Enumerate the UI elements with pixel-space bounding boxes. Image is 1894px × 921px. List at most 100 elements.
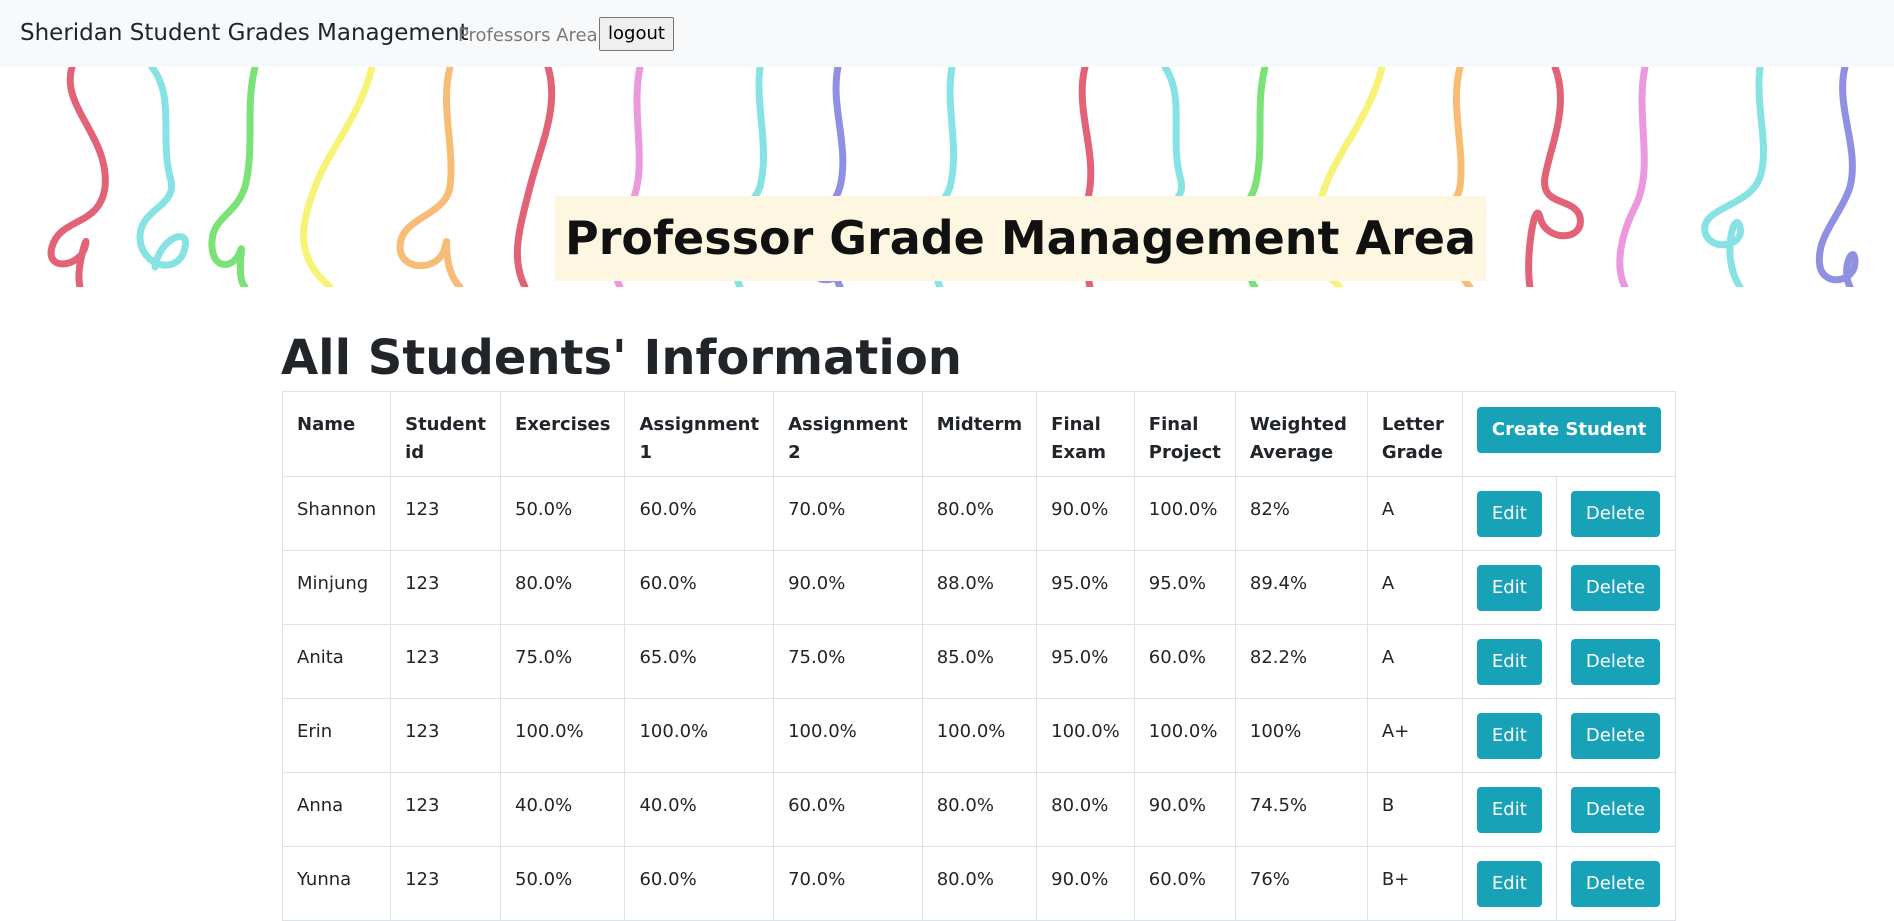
table-row: Anita 123 75.0% 65.0% 75.0% 85.0% 95.0% 60.0% 82… <box>281 624 1677 699</box>
cell-assignment2: 70.0% <box>773 846 923 921</box>
navbar-brand[interactable]: Sheridan Student Grades Management <box>20 20 469 46</box>
cell-weighted: 100% <box>1234 698 1368 773</box>
cell-name: Anna <box>281 772 392 847</box>
cell-final-project: 60.0% <box>1133 624 1236 699</box>
edit-button[interactable]: Edit <box>1476 861 1542 907</box>
cell-assignment1: 100.0% <box>624 698 775 773</box>
cell-letter: B+ <box>1366 846 1463 921</box>
cell-final-project: 100.0% <box>1133 476 1236 551</box>
nav-link-professors-area[interactable]: Professors Area <box>458 25 598 46</box>
table-row: Erin 123 100.0% 100.0% 100.0% 100.0% 100.0% 100… <box>281 698 1677 773</box>
delete-button[interactable]: Delete <box>1570 787 1661 833</box>
header-midterm: Midterm <box>921 391 1038 477</box>
cell-midterm: 80.0% <box>921 772 1038 847</box>
cell-midterm: 80.0% <box>921 476 1038 551</box>
cell-final-exam: 80.0% <box>1036 772 1135 847</box>
cell-letter: A <box>1366 476 1463 551</box>
header-letter-grade: Letter Grade <box>1366 391 1463 477</box>
cell-assignment2: 100.0% <box>773 698 923 773</box>
cell-weighted: 74.5% <box>1234 772 1368 847</box>
logout-button[interactable]: logout <box>599 17 674 51</box>
squiggle <box>1815 67 1859 287</box>
cell-midterm: 88.0% <box>921 550 1038 625</box>
cell-final-exam: 90.0% <box>1036 846 1135 921</box>
squiggle <box>1701 67 1768 287</box>
delete-button[interactable]: Delete <box>1570 491 1661 537</box>
table-header-row: Name Student id Exercises Assignment 1 Ass… <box>281 391 1677 477</box>
squiggle <box>513 67 556 287</box>
cell-id: 123 <box>390 772 502 847</box>
cell-edit: Edit <box>1461 772 1557 847</box>
cell-final-exam: 95.0% <box>1036 550 1135 625</box>
cell-weighted: 76% <box>1234 846 1368 921</box>
delete-button[interactable]: Delete <box>1570 861 1661 907</box>
table-row: Yunna 123 50.0% 60.0% 70.0% 80.0% 90.0% 60.0% 76… <box>281 846 1677 921</box>
cell-id: 123 <box>390 476 502 551</box>
cell-midterm: 100.0% <box>921 698 1038 773</box>
cell-name: Minjung <box>281 550 392 625</box>
edit-button[interactable]: Edit <box>1476 491 1542 537</box>
cell-weighted: 82.2% <box>1234 624 1368 699</box>
header-assignment-2: Assignment 2 <box>773 391 923 477</box>
edit-button[interactable]: Edit <box>1476 713 1542 759</box>
delete-button[interactable]: Delete <box>1570 713 1661 759</box>
cell-assignment1: 60.0% <box>624 550 775 625</box>
table-body: Shannon 123 50.0% 60.0% 70.0% 80.0% 90.0% 100.0… <box>281 476 1677 921</box>
cell-exercises: 80.0% <box>500 550 626 625</box>
cell-exercises: 40.0% <box>500 772 626 847</box>
cell-edit: Edit <box>1461 550 1557 625</box>
cell-edit: Edit <box>1461 624 1557 699</box>
delete-button[interactable]: Delete <box>1570 565 1661 611</box>
cell-edit: Edit <box>1461 698 1557 773</box>
squiggle <box>300 67 376 287</box>
cell-assignment2: 90.0% <box>773 550 923 625</box>
navbar: Sheridan Student Grades Management Profe… <box>0 0 1894 67</box>
cell-delete: Delete <box>1555 772 1677 847</box>
cell-edit: Edit <box>1461 846 1557 921</box>
cell-exercises: 100.0% <box>500 698 626 773</box>
cell-delete: Delete <box>1555 624 1677 699</box>
cell-final-project: 90.0% <box>1133 772 1236 847</box>
edit-button[interactable]: Edit <box>1476 565 1542 611</box>
cell-weighted: 89.4% <box>1234 550 1368 625</box>
cell-id: 123 <box>390 624 502 699</box>
cell-id: 123 <box>390 550 502 625</box>
cell-edit: Edit <box>1461 476 1557 551</box>
cell-final-project: 60.0% <box>1133 846 1236 921</box>
header-student-id: Student id <box>390 391 502 477</box>
cell-exercises: 50.0% <box>500 476 626 551</box>
cell-final-project: 95.0% <box>1133 550 1236 625</box>
cell-midterm: 85.0% <box>921 624 1038 699</box>
delete-button[interactable]: Delete <box>1570 639 1661 685</box>
cell-assignment1: 65.0% <box>624 624 775 699</box>
table-row: Anna 123 40.0% 40.0% 60.0% 80.0% 80.0% 90.0% 74.… <box>281 772 1677 847</box>
cell-assignment1: 40.0% <box>624 772 775 847</box>
create-student-button[interactable]: Create Student <box>1476 407 1662 453</box>
cell-assignment2: 70.0% <box>773 476 923 551</box>
header-final-project: Final Project <box>1133 391 1236 477</box>
header-exercises: Exercises <box>500 391 626 477</box>
edit-button[interactable]: Edit <box>1476 639 1542 685</box>
squiggle <box>1525 67 1584 287</box>
squiggle <box>208 67 259 287</box>
cell-letter: B <box>1366 772 1463 847</box>
cell-assignment2: 75.0% <box>773 624 923 699</box>
cell-midterm: 80.0% <box>921 846 1038 921</box>
header-assignment-1: Assignment 1 <box>624 391 775 477</box>
table-row: Shannon 123 50.0% 60.0% 70.0% 80.0% 90.0% 100.0… <box>281 476 1677 551</box>
header-name: Name <box>281 391 392 477</box>
cell-weighted: 82% <box>1234 476 1368 551</box>
cell-name: Yunna <box>281 846 392 921</box>
cell-name: Erin <box>281 698 392 773</box>
cell-final-exam: 100.0% <box>1036 698 1135 773</box>
edit-button[interactable]: Edit <box>1476 787 1542 833</box>
squiggle <box>136 67 189 271</box>
cell-id: 123 <box>390 846 502 921</box>
squiggle <box>396 67 464 287</box>
table-row: Minjung 123 80.0% 60.0% 90.0% 88.0% 95.0% 95.0%… <box>281 550 1677 625</box>
students-table: Name Student id Exercises Assignment 1 Ass… <box>281 391 1677 921</box>
cell-exercises: 50.0% <box>500 846 626 921</box>
cell-final-exam: 90.0% <box>1036 476 1135 551</box>
cell-final-project: 100.0% <box>1133 698 1236 773</box>
cell-letter: A+ <box>1366 698 1463 773</box>
